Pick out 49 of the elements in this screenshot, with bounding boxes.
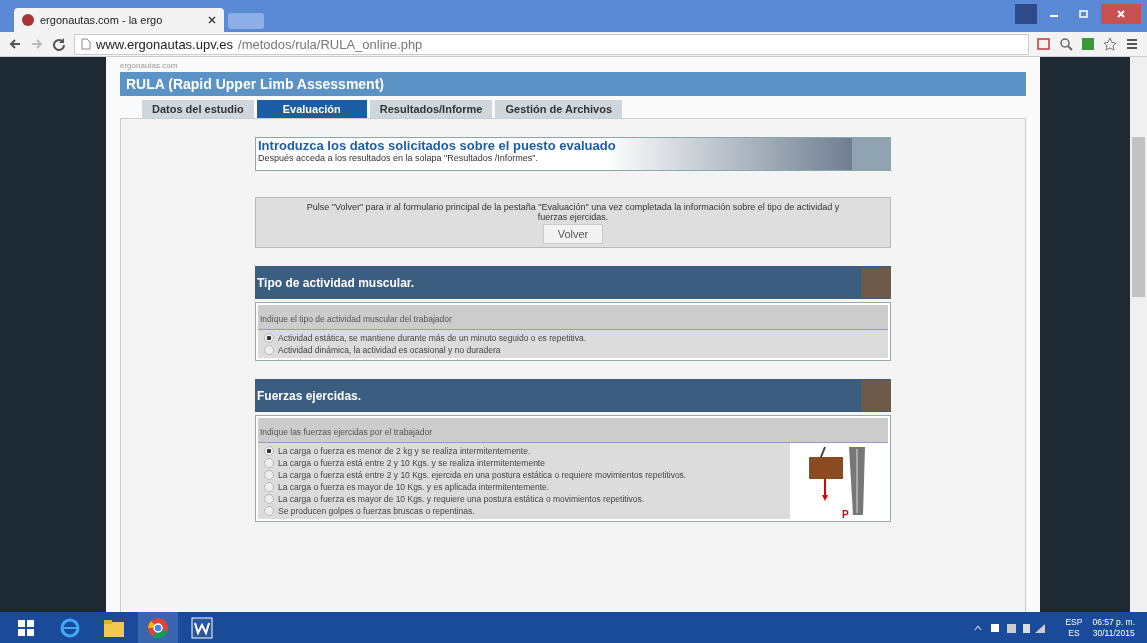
reload-icon[interactable] xyxy=(52,37,66,51)
clock[interactable]: 06:57 p. m. 30/11/2015 xyxy=(1092,616,1135,639)
browser-tab[interactable]: ergonautas.com - la ergo xyxy=(14,8,224,32)
radio-button[interactable] xyxy=(264,333,274,343)
extension-icon[interactable] xyxy=(1037,37,1051,51)
radio-button[interactable] xyxy=(264,470,274,480)
star-icon[interactable] xyxy=(1103,37,1117,51)
radio-option[interactable]: La carga o fuerza es mayor de 10 Kgs. y es aplicada intermitentemente. xyxy=(264,482,784,492)
address-field[interactable]: www.ergonautas.upv.es /metodos/rula/RULA_online.php xyxy=(74,33,1029,55)
section-title: Tipo de actividad muscular. xyxy=(257,275,415,290)
back-button[interactable]: Volver xyxy=(542,224,604,244)
force-label: P xyxy=(842,509,849,520)
intro-title: Introduzca los datos solicitados sobre el puesto evaluado xyxy=(258,138,617,153)
menu-icon[interactable] xyxy=(1125,37,1139,51)
radio-button[interactable] xyxy=(264,458,274,468)
site-title: RULA (Rapid Upper Limb Assessment) xyxy=(126,76,384,92)
site-icon xyxy=(22,14,34,26)
radio-button[interactable] xyxy=(264,506,274,516)
radio-option[interactable]: La carga o fuerza es menor de 2 kg y se realiza intermitentemente. xyxy=(264,446,784,456)
radio-button[interactable] xyxy=(264,494,274,504)
section-title: Fuerzas ejercidas. xyxy=(257,388,362,403)
radio-option[interactable]: La carga o fuerza es mayor de 10 Kgs. y requiere una postura estática o movimientos repetitivos. xyxy=(264,494,784,504)
tab[interactable]: Resultados/Informe xyxy=(369,100,493,118)
radio-option[interactable]: La carga o fuerza está entre 2 y 10 Kgs. y se realiza intermitentemente xyxy=(264,458,784,468)
photo-placeholder xyxy=(861,380,891,411)
radio-option[interactable]: Se producen golpes o fuerzas bruscas o repentinas. xyxy=(264,506,784,516)
chrome-app-icon[interactable] xyxy=(138,612,178,643)
site-brand: ergonautas.com xyxy=(120,60,179,72)
tab[interactable]: Gestión de Archivos xyxy=(495,100,622,118)
radio-option[interactable]: Actividad estática, se mantiene durante más de un minuto seguido o es repetitiva. xyxy=(264,333,882,343)
scrollbar[interactable] xyxy=(1130,57,1147,612)
zoom-icon[interactable] xyxy=(1059,37,1073,51)
photo-placeholder xyxy=(861,267,891,298)
radio-button[interactable] xyxy=(264,345,274,355)
notice-text: Pulse "Volver" para ir al formulario principal de la pestaña "Evaluación" una vez completada la información sobre el tipo de actividad y fuerzas ejercidas. xyxy=(305,202,841,222)
language-indicator[interactable]: ESP ES xyxy=(1065,616,1083,639)
tab[interactable]: Datos del estudio xyxy=(142,100,254,118)
radio-option[interactable]: La carga o fuerza está entre 2 y 10 Kgs. ejercida en una postura estática o requiere movimientos repetitivos. xyxy=(264,470,784,480)
section-prompt: Indique las fuerzas ejercidas por el trabajador xyxy=(260,427,432,437)
radio-button[interactable] xyxy=(264,446,274,456)
intro-subtitle: Después acceda a los resultados en la solapa "Resultados /Informes". xyxy=(258,153,540,163)
section-prompt: Indique el tipo de actividad muscular del trabajador xyxy=(260,314,452,324)
close-icon[interactable] xyxy=(208,16,216,24)
back-icon[interactable] xyxy=(8,37,22,51)
radio-button[interactable] xyxy=(264,482,274,492)
page-icon xyxy=(81,38,91,50)
radio-option[interactable]: Actividad dinámica, la actividad es ocasional y no duradera xyxy=(264,345,882,355)
extension-icon[interactable] xyxy=(1081,37,1095,51)
tab[interactable]: Evaluación xyxy=(256,100,367,118)
